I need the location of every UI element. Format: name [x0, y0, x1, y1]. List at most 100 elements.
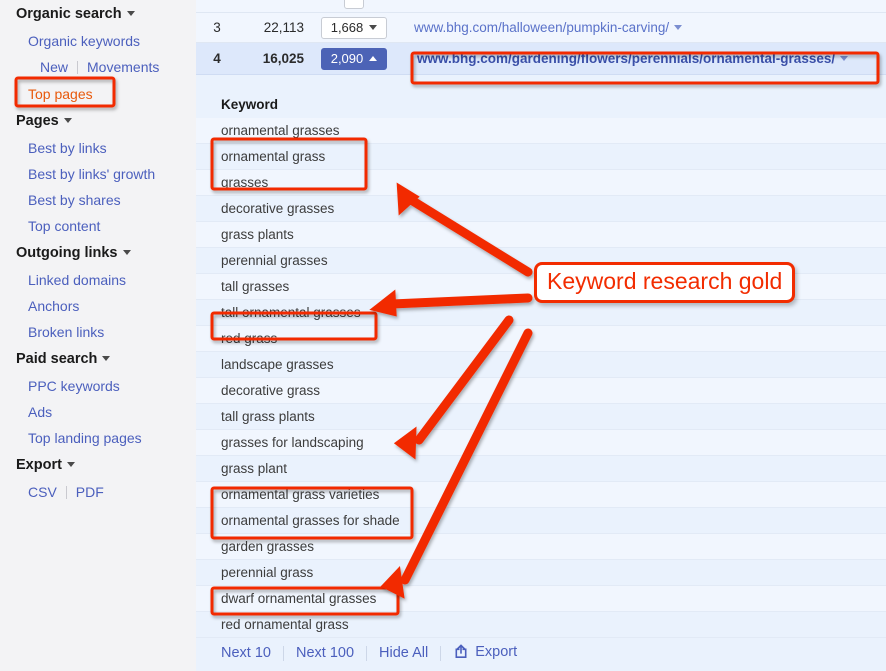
sidebar-group-export[interactable]: Export	[0, 451, 196, 479]
keyword-text: ornamental grass varieties	[221, 487, 380, 502]
chevron-down-icon	[126, 11, 135, 16]
sidebar-item-best-by-shares[interactable]: Best by shares	[0, 187, 196, 213]
chevron-down-icon	[63, 118, 72, 123]
keyword-row[interactable]: red ornamental grass	[196, 612, 886, 638]
keyword-row[interactable]: decorative grasses	[196, 196, 886, 222]
keyword-table-header: Keyword	[196, 91, 886, 118]
keyword-text: grasses for landscaping	[221, 435, 364, 450]
keyword-row[interactable]: garden grasses	[196, 534, 886, 560]
keywords-badge-partial[interactable]	[344, 0, 364, 9]
sidebar-item-label: Best by links' growth	[28, 166, 156, 182]
table-row-selected[interactable]: 4 16,025 2,090 www.bhg.com/gardening/flo…	[196, 43, 886, 75]
keyword-row[interactable]: tall grass plants	[196, 404, 886, 430]
app-root: Organic search Organic keywords New Movem…	[0, 0, 886, 671]
divider	[440, 645, 442, 661]
divider	[77, 61, 79, 74]
keyword-row[interactable]: dwarf ornamental grasses	[196, 586, 886, 612]
sidebar-item-label: Organic keywords	[28, 33, 141, 49]
sidebar-group-pages[interactable]: Pages	[0, 107, 196, 135]
sidebar-item-label: Ads	[28, 404, 53, 420]
sidebar-item-best-by-links-growth[interactable]: Best by links' growth	[0, 161, 196, 187]
chevron-down-icon[interactable]	[674, 25, 683, 30]
sidebar-item-pdf[interactable]: PDF	[76, 484, 104, 500]
sidebar-item-top-pages[interactable]: Top pages	[0, 81, 196, 107]
sidebar-item-label: Broken links	[28, 324, 105, 340]
cell-keywords: 1,668	[304, 16, 404, 39]
keyword-text: grass plants	[221, 227, 294, 242]
cell-traffic: 16,025	[262, 51, 304, 66]
sidebar-group-label: Pages	[16, 113, 59, 129]
divider	[65, 486, 67, 499]
chevron-down-icon[interactable]	[840, 56, 849, 61]
sidebar-group-paid-search[interactable]: Paid search	[0, 345, 196, 373]
sidebar-item-label: Linked domains	[28, 272, 127, 288]
keyword-row[interactable]: perennial grass	[196, 560, 886, 586]
keyword-text: decorative grasses	[221, 201, 335, 216]
keyword-text: grasses	[221, 175, 269, 190]
keyword-text: red grass	[221, 331, 278, 346]
sidebar-item-label: Best by shares	[28, 192, 121, 208]
chevron-down-icon	[66, 462, 75, 467]
chevron-up-icon	[369, 56, 378, 61]
keyword-row[interactable]: grass plant	[196, 456, 886, 482]
keyword-column-label: Keyword	[221, 97, 279, 112]
sidebar-group-label: Paid search	[16, 351, 98, 367]
cell-rank: 3	[213, 20, 221, 35]
sidebar-item-label: PPC keywords	[28, 378, 120, 394]
sidebar-item-linked-domains[interactable]: Linked domains	[0, 267, 196, 293]
keyword-text: garden grasses	[221, 539, 315, 554]
sidebar-item-best-by-links[interactable]: Best by links	[0, 135, 196, 161]
export-button[interactable]: Export	[453, 643, 517, 663]
next-10-button[interactable]: Next 10	[221, 645, 271, 661]
sidebar-group-organic-search[interactable]: Organic search	[0, 0, 196, 28]
sidebar-item-label: Anchors	[28, 298, 80, 314]
keyword-row[interactable]: red grass	[196, 326, 886, 352]
keyword-text: ornamental grasses	[221, 123, 340, 138]
export-label: Export	[475, 644, 518, 660]
cell-url: www.bhg.com/halloween/pumpkin-carving/	[404, 20, 886, 35]
sidebar-item-top-landing-pages[interactable]: Top landing pages	[0, 425, 196, 451]
page-url-link-active[interactable]: www.bhg.com/gardening/flowers/perennials…	[417, 51, 835, 66]
next-100-button[interactable]: Next 100	[296, 645, 354, 661]
sidebar-item-label: Best by links	[28, 140, 107, 156]
sidebar-item-ppc-keywords[interactable]: PPC keywords	[0, 373, 196, 399]
sidebar-item-top-content[interactable]: Top content	[0, 213, 196, 239]
chevron-down-icon	[122, 250, 131, 255]
keyword-row[interactable]: landscape grasses	[196, 352, 886, 378]
keywords-badge-value: 2,090	[330, 51, 364, 66]
sidebar-item-anchors[interactable]: Anchors	[0, 293, 196, 319]
divider	[366, 645, 368, 661]
sidebar: Organic search Organic keywords New Movem…	[0, 0, 196, 671]
sidebar-subrow-new-movements: New Movements	[0, 54, 196, 81]
sidebar-item-csv[interactable]: CSV	[28, 484, 57, 500]
sidebar-item-movements[interactable]: Movements	[87, 59, 159, 75]
cell-keywords: 2,090	[304, 47, 404, 70]
keyword-row[interactable]: decorative grass	[196, 378, 886, 404]
cell-traffic: 22,113	[263, 20, 304, 35]
keyword-row[interactable]: grass plants	[196, 222, 886, 248]
keywords-badge-value: 1,668	[330, 20, 364, 35]
chevron-down-icon	[102, 356, 111, 361]
keywords-badge[interactable]: 1,668	[320, 16, 388, 39]
keyword-row[interactable]: ornamental grasses	[196, 118, 886, 144]
page-url-link[interactable]: www.bhg.com/halloween/pumpkin-carving/	[414, 20, 669, 35]
sidebar-group-label: Export	[16, 457, 62, 473]
keyword-row[interactable]: ornamental grass varieties	[196, 482, 886, 508]
hide-all-button[interactable]: Hide All	[379, 645, 428, 661]
keyword-text: perennial grasses	[221, 253, 328, 268]
table-row[interactable]: 3 22,113 1,668 www.bhg.com/halloween/pum…	[196, 13, 886, 43]
keyword-row[interactable]: ornamental grasses for shade	[196, 508, 886, 534]
sidebar-item-new[interactable]: New	[40, 59, 68, 75]
keyword-text: grass plant	[221, 461, 288, 476]
sidebar-item-ads[interactable]: Ads	[0, 399, 196, 425]
keyword-row[interactable]: ornamental grass	[196, 144, 886, 170]
sidebar-group-outgoing-links[interactable]: Outgoing links	[0, 239, 196, 267]
keyword-row[interactable]: grasses for landscaping	[196, 430, 886, 456]
keywords-badge-active[interactable]: 2,090	[320, 47, 388, 70]
sidebar-item-organic-keywords[interactable]: Organic keywords	[0, 28, 196, 54]
sidebar-item-broken-links[interactable]: Broken links	[0, 319, 196, 345]
keyword-row[interactable]: grasses	[196, 170, 886, 196]
keyword-row[interactable]: tall ornamental grasses	[196, 300, 886, 326]
keyword-text: red ornamental grass	[221, 617, 349, 632]
sidebar-group-label: Outgoing links	[16, 245, 118, 261]
